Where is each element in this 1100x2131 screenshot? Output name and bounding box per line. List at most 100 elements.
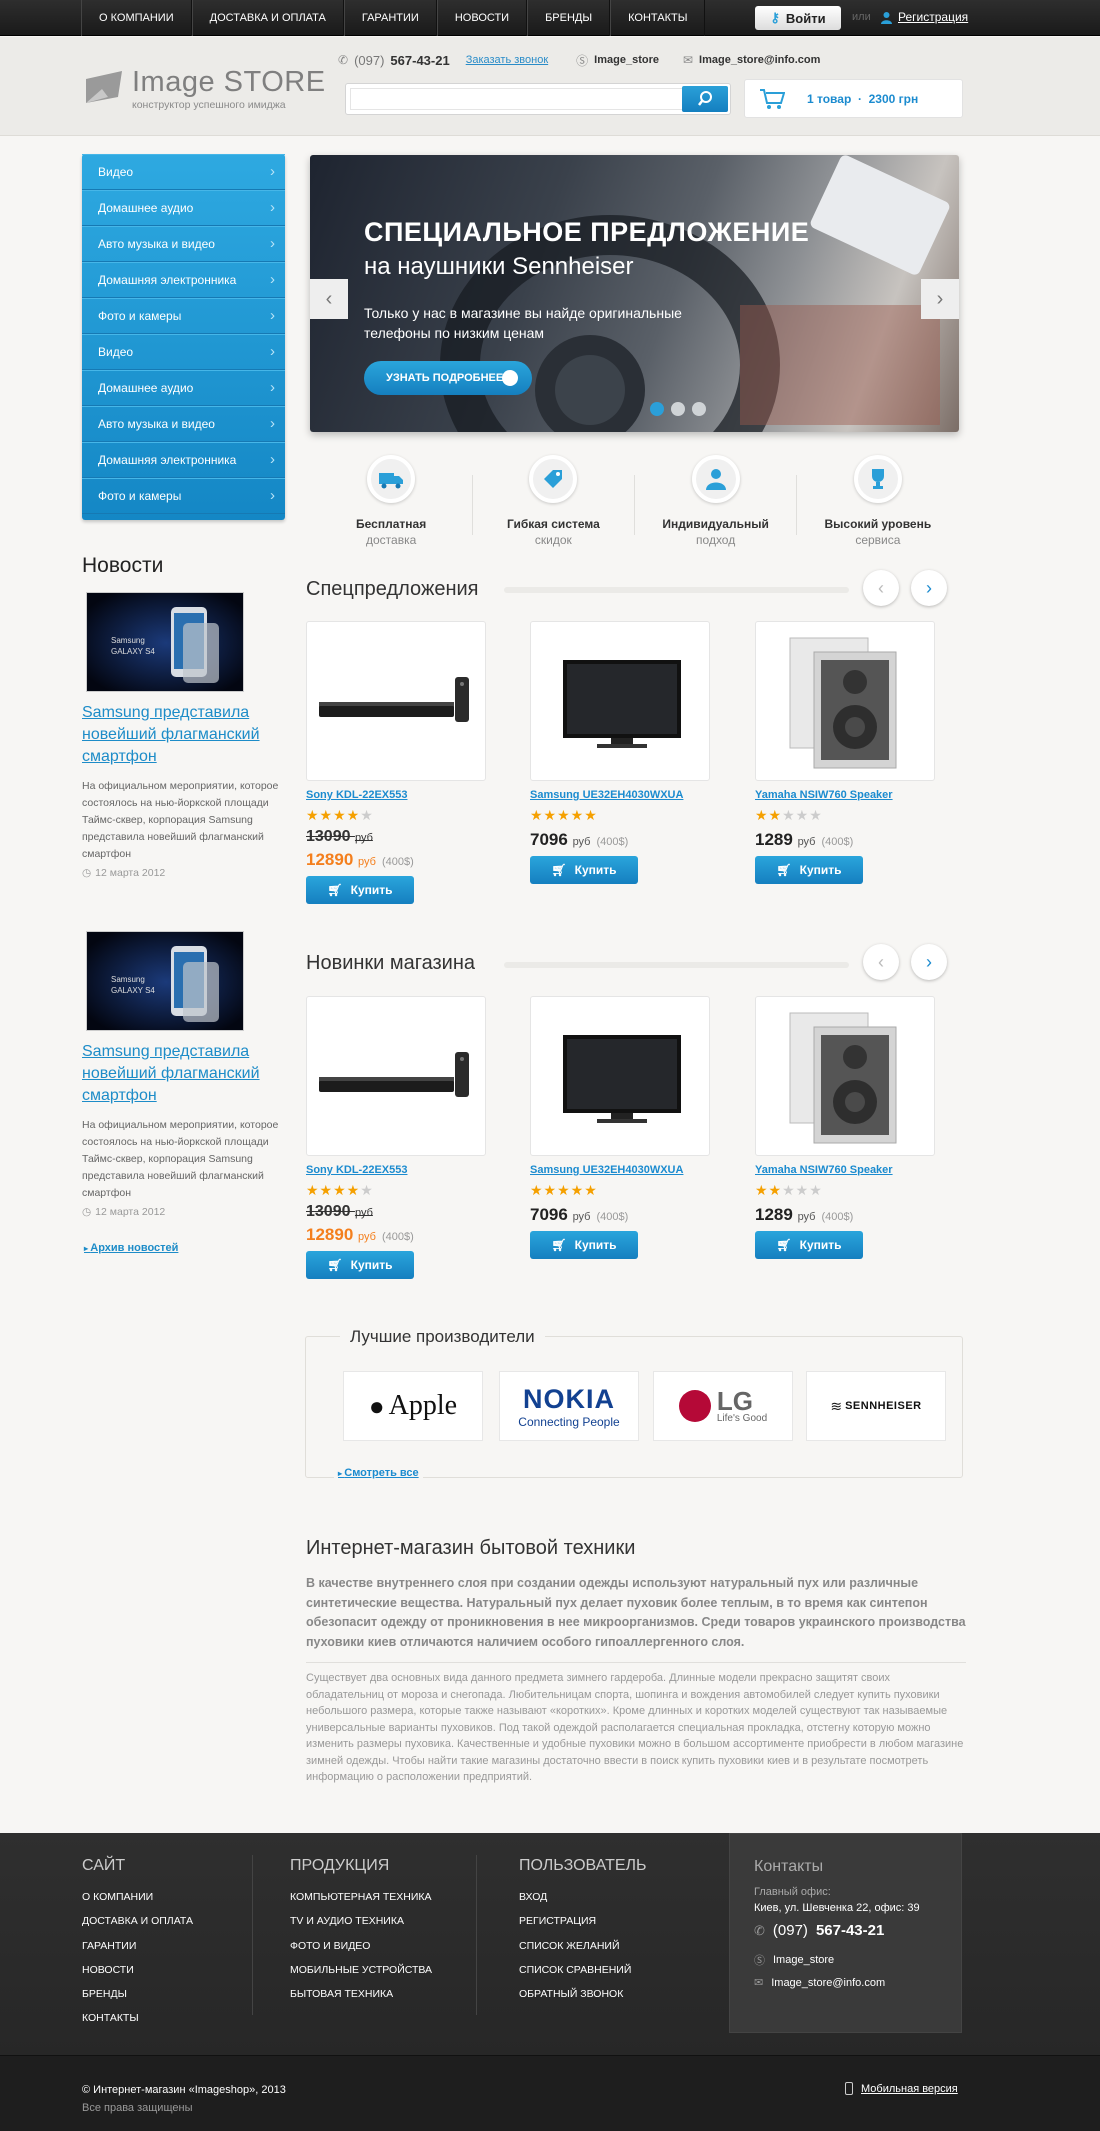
buy-button[interactable]: 🛒︎ Купить <box>530 856 638 884</box>
footer-bottom: © Интернет-магазин «Imageshop», 2013 Все… <box>0 2055 1100 2131</box>
news-image[interactable]: Samsung GALAXY S4 <box>86 931 244 1031</box>
footer-link[interactable]: ОБРАТНЫЙ ЗВОНОК <box>519 1982 647 2006</box>
new-next-button[interactable]: › <box>911 944 947 980</box>
footer-link[interactable]: ГАРАНТИИ <box>82 1934 193 1958</box>
buy-button[interactable]: 🛒︎ Купить <box>306 876 414 904</box>
product-image[interactable] <box>306 996 486 1156</box>
footer-link[interactable]: СПИСОК СРАВНЕНИЙ <box>519 1958 647 1982</box>
product-name[interactable]: Samsung UE32EH4030WXUA <box>530 1164 710 1176</box>
star-icon: ★★ <box>755 807 783 823</box>
logo[interactable]: Image STORE конструктор успешного имиджа <box>84 66 325 116</box>
rating-stars: ★★★★★ <box>755 1182 935 1199</box>
slider-prev-button[interactable]: ‹ <box>310 279 348 319</box>
buy-button[interactable]: 🛒︎ Купить <box>755 1231 863 1259</box>
category-item[interactable]: Домашняя электронника › <box>82 262 285 298</box>
news-image[interactable]: Samsung GALAXY S4 <box>86 592 244 692</box>
product-name[interactable]: Samsung UE32EH4030WXUA <box>530 789 710 801</box>
category-item[interactable]: Видео › <box>82 334 285 370</box>
brand-lg[interactable]: LG Life's Good <box>653 1371 793 1441</box>
category-item[interactable]: Видео › <box>82 154 285 190</box>
footer-link[interactable]: СПИСОК ЖЕЛАНИЙ <box>519 1934 647 1958</box>
brand-apple[interactable]: ● Apple <box>343 1371 483 1441</box>
footer-link[interactable]: КОНТАКТЫ <box>82 2006 193 2030</box>
feature-subtitle: доставка <box>365 533 417 547</box>
rating-stars: ★★★★★ <box>530 807 710 824</box>
price-value: 1289 <box>755 1205 793 1224</box>
category-label: Авто музыка и видео <box>98 237 215 251</box>
news-headline[interactable]: Samsung представила новейший флагманский… <box>82 702 287 768</box>
product-name[interactable]: Sony KDL-22EX553 <box>306 1164 486 1176</box>
product-image[interactable] <box>530 996 710 1156</box>
footer-link[interactable]: ФОТО И ВИДЕО <box>290 1934 432 1958</box>
footer-contacts-title: Контакты <box>754 1858 824 1875</box>
footer-link[interactable]: БЫТОВАЯ ТЕХНИКА <box>290 1982 432 2006</box>
buy-label: Купить <box>799 1238 842 1252</box>
product-card: Sony KDL-22EX553 ★★★★★ 13090 руб 12890 р… <box>306 996 486 1279</box>
footer-link[interactable]: ВХОД <box>519 1885 647 1909</box>
slider-dot[interactable] <box>692 402 706 416</box>
news-headline[interactable]: Samsung представила новейший флагманский… <box>82 1041 287 1107</box>
chevron-left-icon: ‹ <box>878 577 884 598</box>
product-image[interactable] <box>306 621 486 781</box>
category-item[interactable]: Фото и камеры › <box>82 478 285 514</box>
footer-link[interactable]: ДОСТАВКА И ОПЛАТА <box>82 1909 193 1933</box>
mobile-version-link[interactable]: Мобильная версия <box>845 2082 958 2095</box>
product-name[interactable]: Yamaha NSIW760 Speaker <box>755 1164 935 1176</box>
special-prev-button[interactable]: ‹ <box>863 570 899 606</box>
footer-link[interactable]: НОВОСТИ <box>82 1958 193 1982</box>
feature-subtitle: подход <box>696 533 736 547</box>
special-next-button[interactable]: › <box>911 570 947 606</box>
footer-link[interactable]: TV И АУДИО ТЕХНИКА <box>290 1909 432 1933</box>
star-icon: ★★★★★ <box>530 807 598 823</box>
register-link[interactable]: Регистрация <box>880 10 968 24</box>
slider-dot[interactable] <box>671 402 685 416</box>
slider-dot[interactable] <box>650 402 664 416</box>
category-item[interactable]: Авто музыка и видео › <box>82 406 285 442</box>
brand-nokia[interactable]: NOKIA Connecting People <box>499 1371 639 1441</box>
topnav-company[interactable]: О КОМПАНИИ <box>81 0 192 36</box>
category-item[interactable]: Домашняя электронника › <box>82 442 285 478</box>
topnav-warranty[interactable]: ГАРАНТИИ <box>343 0 437 36</box>
login-button[interactable]: ⚷ Войти <box>755 6 841 30</box>
buy-button[interactable]: 🛒︎ Купить <box>306 1251 414 1279</box>
apple-logo-icon: ● <box>368 1390 385 1421</box>
price-currency: руб <box>358 856 376 868</box>
cart-summary[interactable]: 1 товар · 2300 грн <box>744 79 963 118</box>
topnav-news[interactable]: НОВОСТИ <box>436 0 528 36</box>
product-image[interactable] <box>755 621 935 781</box>
new-prev-button[interactable]: ‹ <box>863 944 899 980</box>
buy-button[interactable]: 🛒︎ Купить <box>530 1231 638 1259</box>
footer-link[interactable]: МОБИЛЬНЫЕ УСТРОЙСТВА <box>290 1958 432 1982</box>
cart-icon: 🛒︎ <box>327 1258 343 1272</box>
product-image[interactable] <box>755 996 935 1156</box>
topnav-contacts[interactable]: КОНТАКТЫ <box>610 0 706 36</box>
topnav-brands[interactable]: БРЕНДЫ <box>527 0 611 36</box>
category-item[interactable]: Авто музыка и видео › <box>82 226 285 262</box>
product-name[interactable]: Sony KDL-22EX553 <box>306 789 486 801</box>
footer-link[interactable]: О КОМПАНИИ <box>82 1885 193 1909</box>
callback-link[interactable]: Заказать звонок <box>466 54 548 66</box>
brand-nokia-tagline: Connecting People <box>518 1414 620 1429</box>
topnav-delivery[interactable]: ДОСТАВКА И ОПЛАТА <box>191 0 344 36</box>
banner-more-button[interactable]: УЗНАТЬ ПОДРОБНЕЕ <box>364 361 532 395</box>
footer-link[interactable]: КОМПЬЮТЕРНАЯ ТЕХНИКА <box>290 1885 432 1909</box>
footer-email-address[interactable]: Image_store@info.com <box>771 1977 885 1989</box>
news-archive-link[interactable]: ▸ Архив новостей <box>84 1242 178 1254</box>
clock-icon: ◷ <box>82 1206 92 1218</box>
category-item[interactable]: Фото и камеры › <box>82 298 285 334</box>
product-image[interactable] <box>530 621 710 781</box>
buy-button[interactable]: 🛒︎ Купить <box>755 856 863 884</box>
product-name[interactable]: Yamaha NSIW760 Speaker <box>755 789 935 801</box>
search-input[interactable] <box>350 88 685 110</box>
slider-next-button[interactable]: › <box>921 279 959 319</box>
search-button[interactable] <box>682 86 728 112</box>
price-currency: руб <box>797 1211 816 1223</box>
category-item[interactable]: Домашнее аудио › <box>82 190 285 226</box>
see-all-brands-link[interactable]: ▸ Смотреть все <box>334 1467 423 1479</box>
office-label: Главный офис: <box>754 1886 831 1898</box>
promo-banner[interactable]: СПЕЦИАЛЬНОЕ ПРЕДЛОЖЕНИЕ на наушники Senn… <box>310 155 959 432</box>
brand-sennheiser[interactable]: ≋ SENNHEISER <box>806 1371 946 1441</box>
category-item[interactable]: Домашнее аудио › <box>82 370 285 406</box>
footer-link[interactable]: БРЕНДЫ <box>82 1982 193 2006</box>
footer-link[interactable]: РЕГИСТРАЦИЯ <box>519 1909 647 1933</box>
